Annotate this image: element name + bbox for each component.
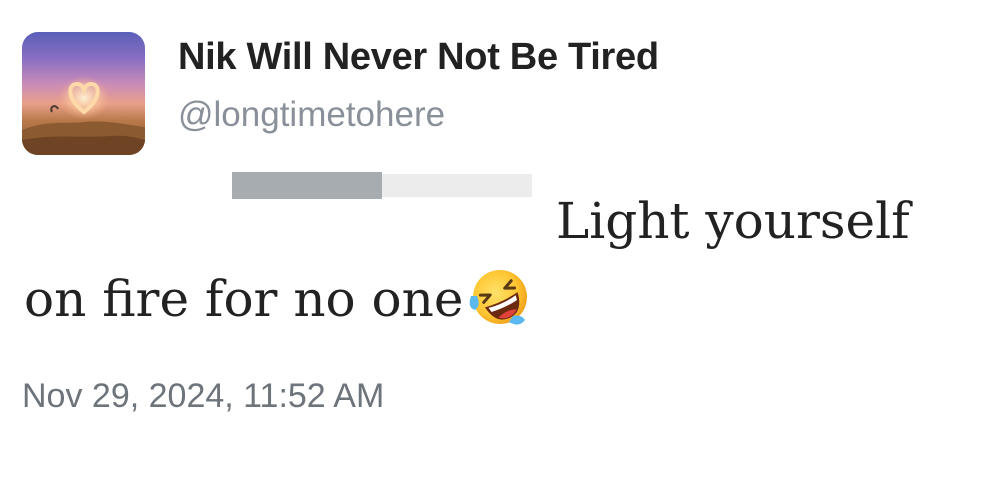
tweet-text-line-2: on fire for no one	[24, 270, 464, 328]
redaction-light-segment	[382, 174, 532, 197]
tweet-text-line-1: Light yourself	[556, 192, 910, 250]
tweet-text-line-2-row: on fire for no one	[24, 270, 531, 334]
redaction-dark-segment	[232, 172, 382, 199]
timestamp[interactable]: Nov 29, 2024, 11:52 AM	[22, 377, 384, 416]
user-handle[interactable]: @longtimetohere	[178, 95, 445, 135]
display-name[interactable]: Nik Will Never Not Be Tired	[178, 36, 659, 79]
avatar-image	[22, 76, 145, 155]
avatar[interactable]	[22, 32, 145, 155]
tweet-card: Nik Will Never Not Be Tired @longtimetoh…	[0, 0, 1000, 490]
redaction-bar	[232, 172, 532, 199]
rolling-on-the-floor-laughing-icon	[469, 266, 531, 328]
